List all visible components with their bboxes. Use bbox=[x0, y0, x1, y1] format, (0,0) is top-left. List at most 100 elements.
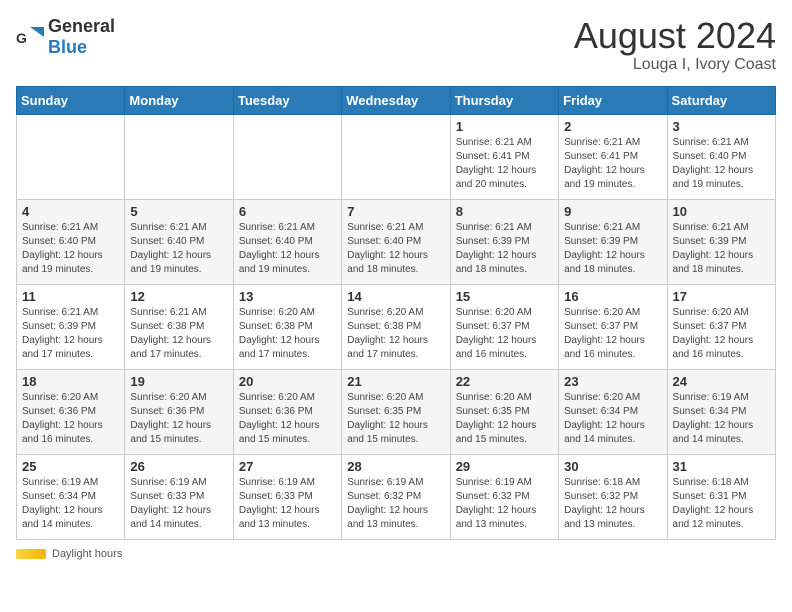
cell-day-number: 28 bbox=[347, 459, 444, 474]
week-row-5: 25 Sunrise: 6:19 AM Sunset: 6:34 PM Dayli… bbox=[17, 454, 776, 539]
cell-info: Sunrise: 6:19 AM Sunset: 6:34 PM Dayligh… bbox=[673, 391, 770, 447]
cell-day-number: 10 bbox=[673, 204, 770, 219]
footer-note: Daylight hours bbox=[16, 548, 776, 560]
week-row-2: 4 Sunrise: 6:21 AM Sunset: 6:40 PM Daylig… bbox=[17, 199, 776, 284]
col-header-tuesday: Tuesday bbox=[233, 86, 341, 114]
calendar-cell: 17 Sunrise: 6:20 AM Sunset: 6:37 PM Dayli… bbox=[667, 284, 775, 369]
cell-info: Sunrise: 6:21 AM Sunset: 6:39 PM Dayligh… bbox=[456, 221, 553, 277]
cell-day-number: 25 bbox=[22, 459, 119, 474]
cell-day-number: 22 bbox=[456, 374, 553, 389]
week-row-3: 11Sunrise: 6:21 AM Sunset: 6:39 PM Dayli… bbox=[17, 284, 776, 369]
calendar-cell bbox=[342, 114, 450, 199]
logo-general: General bbox=[48, 16, 115, 36]
cell-day-number: 17 bbox=[673, 289, 770, 304]
logo: G General Blue bbox=[16, 16, 115, 58]
calendar-cell: 5 Sunrise: 6:21 AM Sunset: 6:40 PM Daylig… bbox=[125, 199, 233, 284]
cell-day-number: 29 bbox=[456, 459, 553, 474]
cell-info: Sunrise: 6:20 AM Sunset: 6:35 PM Dayligh… bbox=[347, 391, 444, 447]
calendar-cell: 23 Sunrise: 6:20 AM Sunset: 6:34 PM Dayli… bbox=[559, 369, 667, 454]
calendar-cell: 30Sunrise: 6:18 AM Sunset: 6:32 PM Dayli… bbox=[559, 454, 667, 539]
calendar-cell: 22 Sunrise: 6:20 AM Sunset: 6:35 PM Dayli… bbox=[450, 369, 558, 454]
sub-title: Louga I, Ivory Coast bbox=[574, 56, 776, 74]
calendar-header: SundayMondayTuesdayWednesdayThursdayFrid… bbox=[17, 86, 776, 114]
cell-info: Sunrise: 6:19 AM Sunset: 6:32 PM Dayligh… bbox=[456, 476, 553, 532]
calendar-cell: 11Sunrise: 6:21 AM Sunset: 6:39 PM Dayli… bbox=[17, 284, 125, 369]
calendar-cell: 12Sunrise: 6:21 AM Sunset: 6:38 PM Dayli… bbox=[125, 284, 233, 369]
calendar-cell: 13 Sunrise: 6:20 AM Sunset: 6:38 PM Dayli… bbox=[233, 284, 341, 369]
calendar-cell: 21 Sunrise: 6:20 AM Sunset: 6:35 PM Dayli… bbox=[342, 369, 450, 454]
calendar-cell: 25 Sunrise: 6:19 AM Sunset: 6:34 PM Dayli… bbox=[17, 454, 125, 539]
title-area: August 2024 Louga I, Ivory Coast bbox=[574, 16, 776, 74]
week-row-4: 18Sunrise: 6:20 AM Sunset: 6:36 PM Dayli… bbox=[17, 369, 776, 454]
calendar-cell: 28 Sunrise: 6:19 AM Sunset: 6:32 PM Dayli… bbox=[342, 454, 450, 539]
cell-day-number: 31 bbox=[673, 459, 770, 474]
col-header-saturday: Saturday bbox=[667, 86, 775, 114]
cell-day-number: 12 bbox=[130, 289, 227, 304]
calendar-cell: 27Sunrise: 6:19 AM Sunset: 6:33 PM Dayli… bbox=[233, 454, 341, 539]
cell-day-number: 7 bbox=[347, 204, 444, 219]
cell-info: Sunrise: 6:19 AM Sunset: 6:34 PM Dayligh… bbox=[22, 476, 119, 532]
calendar-cell bbox=[233, 114, 341, 199]
svg-text:G: G bbox=[16, 30, 27, 46]
cell-info: Sunrise: 6:21 AM Sunset: 6:40 PM Dayligh… bbox=[673, 136, 770, 192]
calendar-cell: 9Sunrise: 6:21 AM Sunset: 6:39 PM Daylig… bbox=[559, 199, 667, 284]
cell-info: Sunrise: 6:21 AM Sunset: 6:39 PM Dayligh… bbox=[673, 221, 770, 277]
calendar-cell: 20Sunrise: 6:20 AM Sunset: 6:36 PM Dayli… bbox=[233, 369, 341, 454]
cell-info: Sunrise: 6:19 AM Sunset: 6:33 PM Dayligh… bbox=[239, 476, 336, 532]
week-row-1: 1 Sunrise: 6:21 AM Sunset: 6:41 PM Daylig… bbox=[17, 114, 776, 199]
cell-info: Sunrise: 6:21 AM Sunset: 6:39 PM Dayligh… bbox=[22, 306, 119, 362]
cell-info: Sunrise: 6:21 AM Sunset: 6:41 PM Dayligh… bbox=[456, 136, 553, 192]
cell-day-number: 26 bbox=[130, 459, 227, 474]
calendar-cell: 26 Sunrise: 6:19 AM Sunset: 6:33 PM Dayli… bbox=[125, 454, 233, 539]
cell-day-number: 4 bbox=[22, 204, 119, 219]
main-title: August 2024 bbox=[574, 16, 776, 56]
cell-info: Sunrise: 6:20 AM Sunset: 6:38 PM Dayligh… bbox=[239, 306, 336, 362]
daylight-label: Daylight hours bbox=[52, 548, 122, 560]
calendar-cell: 31 Sunrise: 6:18 AM Sunset: 6:31 PM Dayli… bbox=[667, 454, 775, 539]
cell-day-number: 15 bbox=[456, 289, 553, 304]
cell-info: Sunrise: 6:19 AM Sunset: 6:33 PM Dayligh… bbox=[130, 476, 227, 532]
cell-day-number: 19 bbox=[130, 374, 227, 389]
cell-day-number: 9 bbox=[564, 204, 661, 219]
cell-day-number: 16 bbox=[564, 289, 661, 304]
cell-info: Sunrise: 6:21 AM Sunset: 6:40 PM Dayligh… bbox=[239, 221, 336, 277]
daylight-bar-icon bbox=[16, 549, 46, 559]
cell-info: Sunrise: 6:20 AM Sunset: 6:37 PM Dayligh… bbox=[456, 306, 553, 362]
calendar-cell bbox=[17, 114, 125, 199]
cell-day-number: 1 bbox=[456, 119, 553, 134]
cell-info: Sunrise: 6:20 AM Sunset: 6:37 PM Dayligh… bbox=[564, 306, 661, 362]
calendar-cell: 24Sunrise: 6:19 AM Sunset: 6:34 PM Dayli… bbox=[667, 369, 775, 454]
logo-icon: G bbox=[16, 23, 44, 51]
cell-info: Sunrise: 6:21 AM Sunset: 6:40 PM Dayligh… bbox=[130, 221, 227, 277]
cell-info: Sunrise: 6:21 AM Sunset: 6:40 PM Dayligh… bbox=[22, 221, 119, 277]
calendar-cell: 15 Sunrise: 6:20 AM Sunset: 6:37 PM Dayli… bbox=[450, 284, 558, 369]
calendar-cell: 1 Sunrise: 6:21 AM Sunset: 6:41 PM Daylig… bbox=[450, 114, 558, 199]
cell-info: Sunrise: 6:20 AM Sunset: 6:36 PM Dayligh… bbox=[239, 391, 336, 447]
calendar-table: SundayMondayTuesdayWednesdayThursdayFrid… bbox=[16, 86, 776, 540]
col-header-monday: Monday bbox=[125, 86, 233, 114]
page-header: G General Blue August 2024 Louga I, Ivor… bbox=[16, 16, 776, 74]
cell-day-number: 23 bbox=[564, 374, 661, 389]
cell-info: Sunrise: 6:20 AM Sunset: 6:36 PM Dayligh… bbox=[22, 391, 119, 447]
cell-info: Sunrise: 6:20 AM Sunset: 6:36 PM Dayligh… bbox=[130, 391, 227, 447]
col-header-sunday: Sunday bbox=[17, 86, 125, 114]
calendar-cell: 3Sunrise: 6:21 AM Sunset: 6:40 PM Daylig… bbox=[667, 114, 775, 199]
cell-day-number: 21 bbox=[347, 374, 444, 389]
calendar-cell: 8Sunrise: 6:21 AM Sunset: 6:39 PM Daylig… bbox=[450, 199, 558, 284]
logo-blue: Blue bbox=[48, 37, 87, 57]
cell-info: Sunrise: 6:19 AM Sunset: 6:32 PM Dayligh… bbox=[347, 476, 444, 532]
cell-day-number: 5 bbox=[130, 204, 227, 219]
cell-info: Sunrise: 6:20 AM Sunset: 6:35 PM Dayligh… bbox=[456, 391, 553, 447]
cell-info: Sunrise: 6:21 AM Sunset: 6:41 PM Dayligh… bbox=[564, 136, 661, 192]
cell-info: Sunrise: 6:21 AM Sunset: 6:40 PM Dayligh… bbox=[347, 221, 444, 277]
cell-day-number: 30 bbox=[564, 459, 661, 474]
cell-info: Sunrise: 6:18 AM Sunset: 6:31 PM Dayligh… bbox=[673, 476, 770, 532]
cell-info: Sunrise: 6:20 AM Sunset: 6:38 PM Dayligh… bbox=[347, 306, 444, 362]
calendar-cell: 29 Sunrise: 6:19 AM Sunset: 6:32 PM Dayli… bbox=[450, 454, 558, 539]
cell-day-number: 13 bbox=[239, 289, 336, 304]
calendar-cell: 19 Sunrise: 6:20 AM Sunset: 6:36 PM Dayli… bbox=[125, 369, 233, 454]
cell-info: Sunrise: 6:20 AM Sunset: 6:34 PM Dayligh… bbox=[564, 391, 661, 447]
calendar-cell: 16 Sunrise: 6:20 AM Sunset: 6:37 PM Dayli… bbox=[559, 284, 667, 369]
calendar-cell: 18Sunrise: 6:20 AM Sunset: 6:36 PM Dayli… bbox=[17, 369, 125, 454]
cell-info: Sunrise: 6:20 AM Sunset: 6:37 PM Dayligh… bbox=[673, 306, 770, 362]
